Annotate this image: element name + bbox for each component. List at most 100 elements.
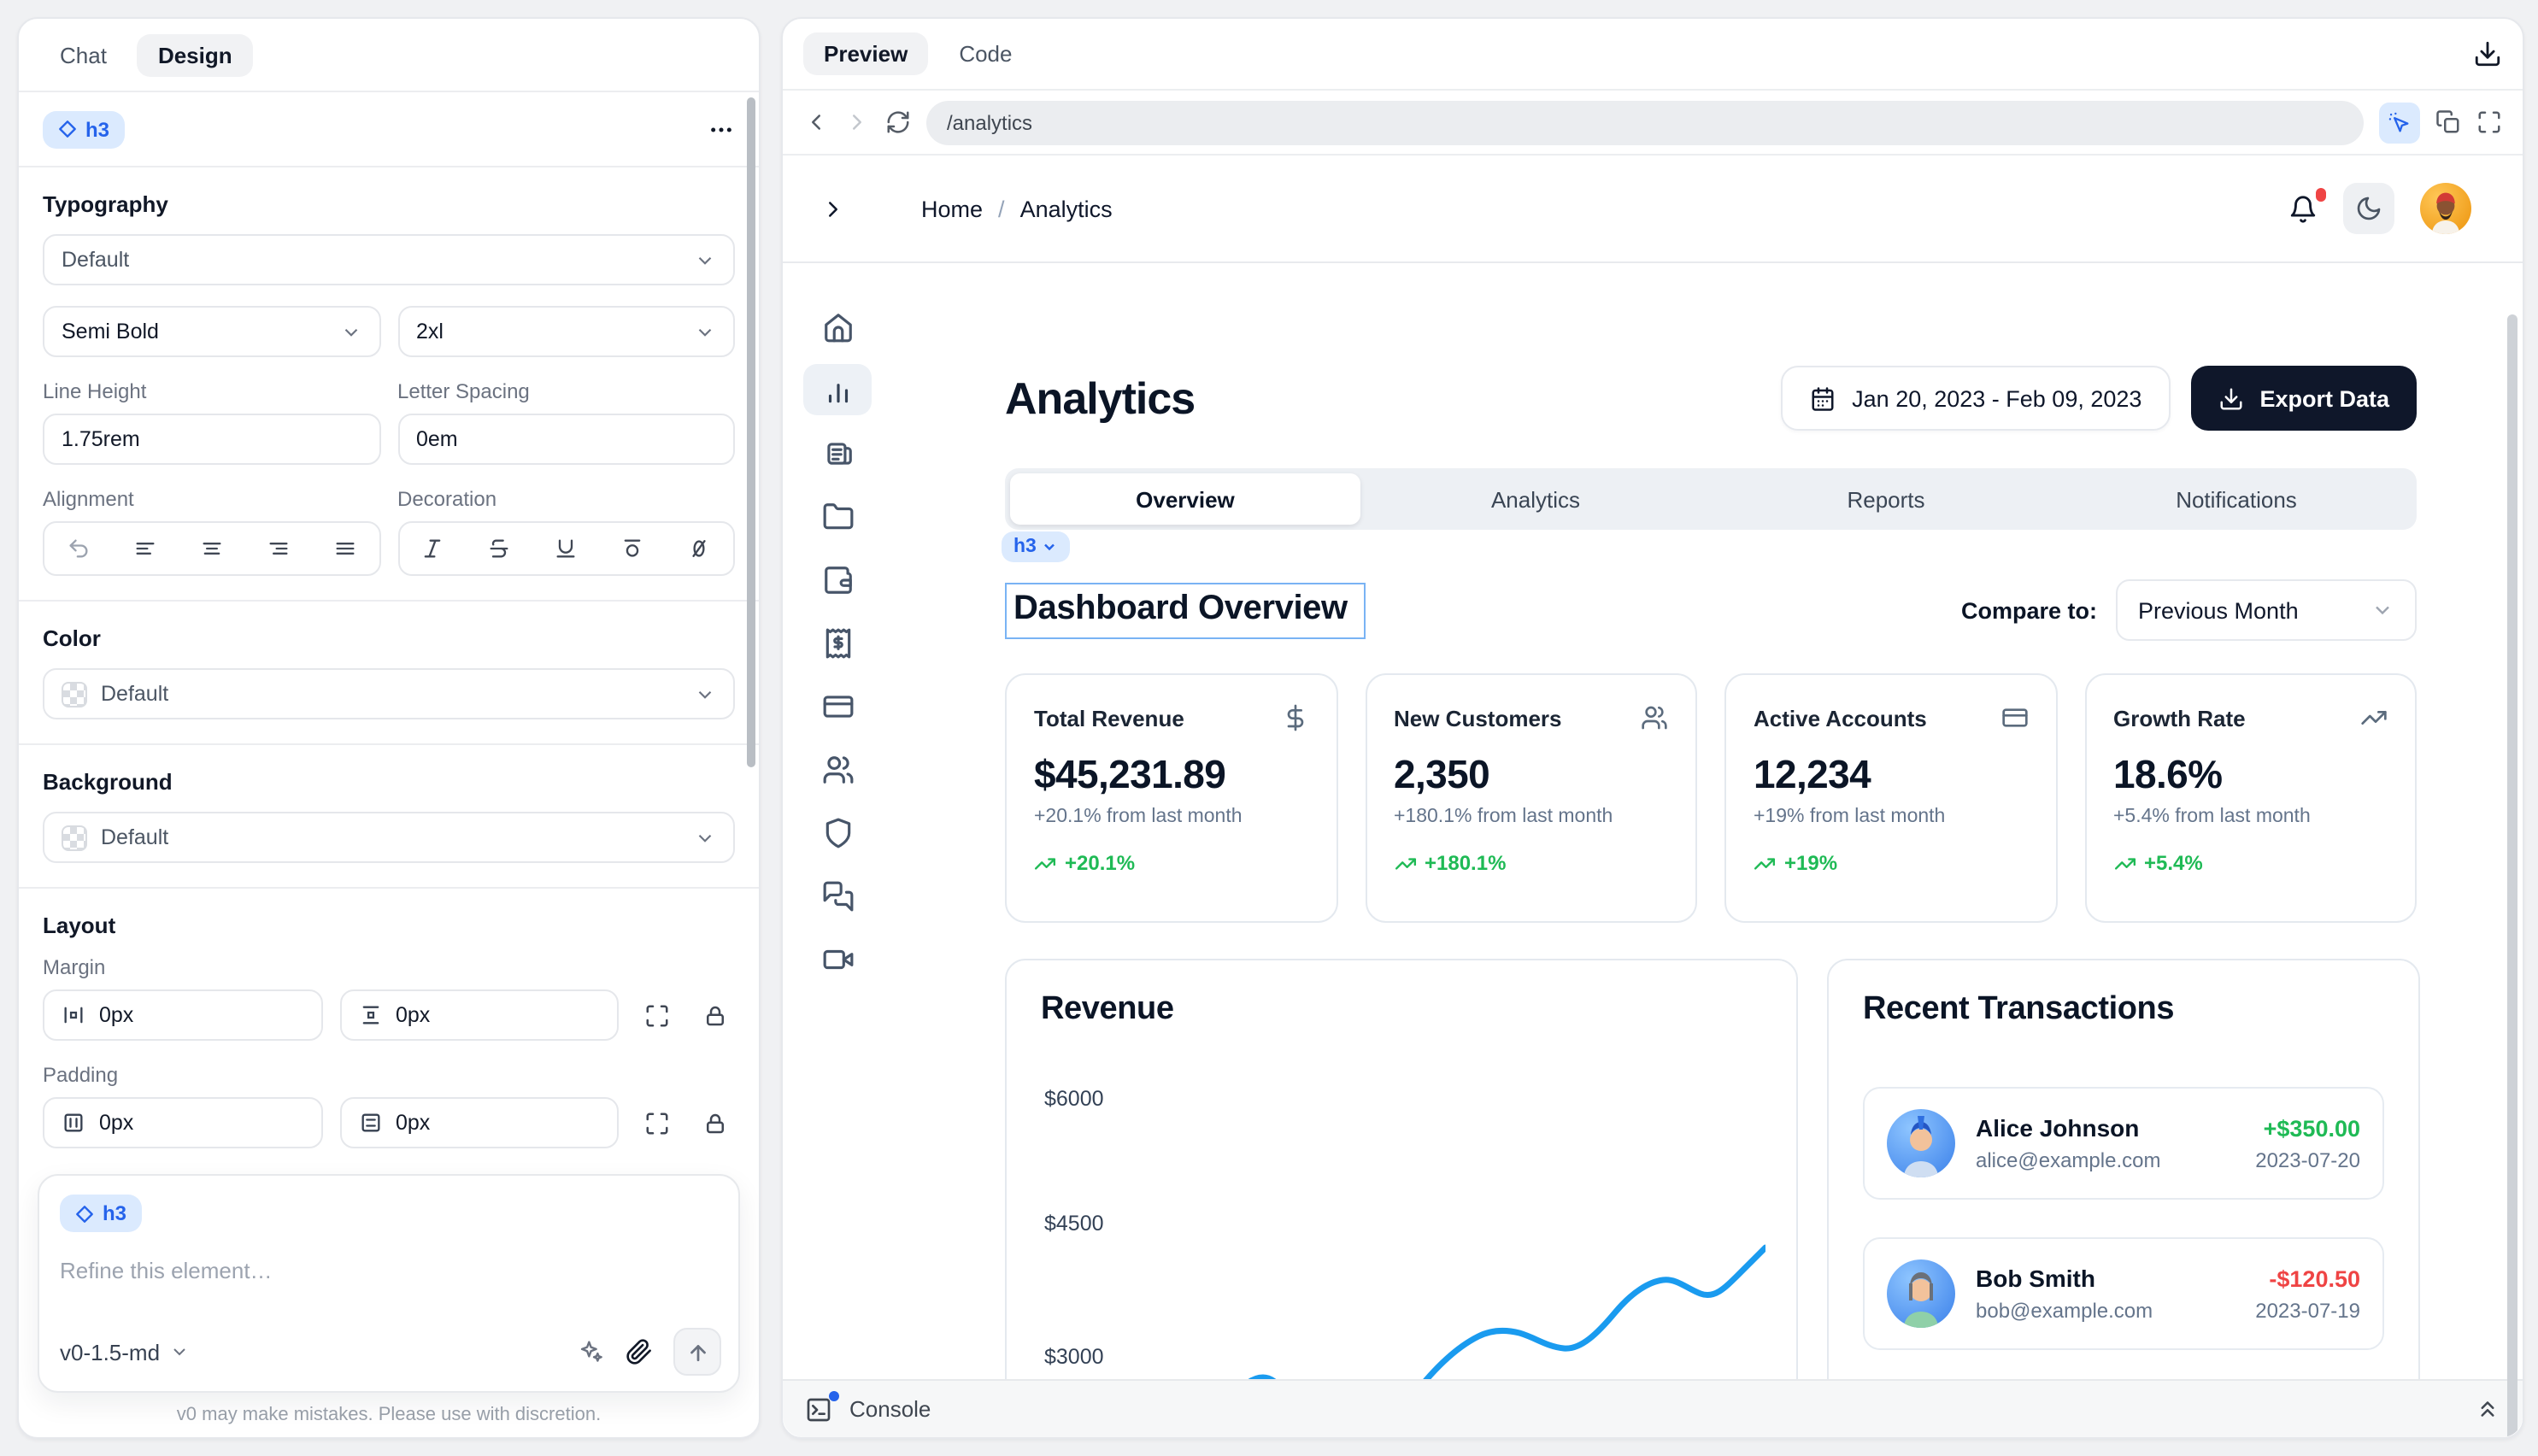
design-panel-scrollbar[interactable] [747,97,755,767]
alignment-label: Alignment [43,487,380,511]
forward-icon[interactable] [844,109,870,135]
notifications-bell-icon[interactable] [2288,194,2318,223]
paperclip-icon[interactable] [626,1338,653,1365]
tab-chat[interactable]: Chat [39,33,127,76]
stat-title: Total Revenue [1034,705,1184,731]
user-avatar[interactable] [2420,183,2471,234]
fullscreen-icon[interactable] [2476,109,2502,135]
download-icon[interactable] [2473,39,2502,68]
italic-icon[interactable] [399,523,466,574]
margin-y-input[interactable]: 0px [339,989,619,1041]
diamond-icon [58,120,77,138]
align-justify-icon[interactable] [312,523,379,574]
selected-heading[interactable]: Dashboard Overview [1005,582,1366,638]
download-icon [2218,385,2244,411]
tab-overview[interactable]: Overview [1010,473,1360,525]
credit-card-icon[interactable] [803,680,872,731]
padding-y-input[interactable]: 0px [339,1097,619,1148]
tab-design[interactable]: Design [138,33,253,76]
chevrons-up-icon[interactable] [2475,1396,2500,1422]
invoice-icon[interactable] [803,427,872,478]
font-weight-select[interactable]: Semi Bold [43,306,380,357]
tab-analytics[interactable]: Analytics [1360,473,1711,525]
sidebar-toggle-icon[interactable] [820,196,846,221]
url-bar[interactable]: /analytics [926,100,2364,144]
receipt-icon[interactable] [803,617,872,668]
padding-vertical-icon [358,1111,382,1135]
wallet-icon[interactable] [803,554,872,605]
breadcrumb-separator: / [998,196,1005,221]
color-select[interactable]: Default [43,668,735,719]
shield-icon[interactable] [803,807,872,858]
align-left-icon[interactable] [111,523,178,574]
copy-icon[interactable] [2435,109,2461,135]
chevron-down-icon [2371,598,2394,622]
undo-icon[interactable] [44,523,111,574]
tab-code[interactable]: Code [938,32,1032,75]
preview-scrollbar[interactable] [2507,314,2517,1437]
selected-element-badge[interactable]: h3 [43,110,125,148]
stat-card-new-customers: New Customers 2,350 +180.1% from last mo… [1365,673,1697,923]
select-cursor-icon[interactable] [2379,102,2420,143]
align-center-icon[interactable] [178,523,244,574]
padding-x-input[interactable]: 0px [43,1097,322,1148]
compare-value: Previous Month [2138,597,2299,623]
users-icon[interactable] [803,743,872,795]
transaction-date: 2023-07-20 [2255,1148,2360,1171]
preview-header: Preview Code [783,19,2523,89]
date-range-picker[interactable]: Jan 20, 2023 - Feb 09, 2023 [1780,366,2171,431]
console-bar[interactable]: Console [783,1379,2523,1437]
model-select[interactable]: v0-1.5-md [60,1339,189,1365]
line-height-input[interactable]: 1.75rem [43,414,380,465]
send-button[interactable] [673,1328,721,1376]
breadcrumb-home[interactable]: Home [921,196,983,221]
transaction-row[interactable]: Bob Smith bob@example.com -$120.50 2023-… [1863,1237,2384,1350]
chevron-down-icon [339,320,361,343]
tab-notifications[interactable]: Notifications [2061,473,2412,525]
overline-icon[interactable] [600,523,667,574]
background-select[interactable]: Default [43,812,735,863]
selected-element-row: h3 [19,92,759,166]
margin-expand-icon[interactable] [636,1002,677,1028]
tab-preview[interactable]: Preview [803,32,928,75]
composer-input[interactable]: Refine this element… [60,1258,718,1283]
bar-chart-icon[interactable] [803,364,872,415]
moon-icon [2355,195,2382,222]
padding-expand-icon[interactable] [636,1110,677,1136]
alignment-group [43,521,380,576]
design-panel: Chat Design h3 Typography Default [17,17,761,1439]
letter-spacing-input[interactable]: 0em [397,414,735,465]
font-size-select[interactable]: 2xl [397,306,735,357]
app-header: Home / Analytics [783,156,2523,261]
dark-mode-toggle[interactable] [2343,183,2394,234]
sparkles-icon[interactable] [578,1338,605,1365]
tab-reports[interactable]: Reports [1711,473,2061,525]
margin-x-input[interactable]: 0px [43,989,322,1041]
console-label: Console [849,1396,931,1422]
font-select[interactable]: Default [43,234,735,285]
transaction-row[interactable]: Alice Johnson alice@example.com +$350.00… [1863,1087,2384,1200]
export-data-button[interactable]: Export Data [2191,366,2417,431]
font-select-value: Default [62,248,129,272]
margin-lock-icon[interactable] [694,1002,735,1028]
underline-icon[interactable] [532,523,599,574]
home-icon[interactable] [803,301,872,352]
padding-horizontal-icon [62,1111,85,1135]
folder-icon[interactable] [803,490,872,542]
trending-up-icon [1394,852,1416,874]
messages-icon[interactable] [803,870,872,921]
selection-tag[interactable]: h3 [1002,531,1071,562]
ellipsis-icon[interactable] [708,115,735,143]
padding-lock-icon[interactable] [694,1110,735,1136]
chevron-down-icon [694,683,716,705]
back-icon[interactable] [803,109,829,135]
stat-value: $45,231.89 [1034,752,1308,798]
compare-select[interactable]: Previous Month [2116,579,2417,641]
revenue-chart-card: Revenue $6000 $4500 $3000 [1005,959,1798,1437]
no-decoration-icon[interactable] [667,523,733,574]
video-icon[interactable] [803,933,872,984]
align-right-icon[interactable] [245,523,312,574]
refresh-icon[interactable] [885,109,911,135]
strikethrough-icon[interactable] [466,523,532,574]
composer-element-chip[interactable]: h3 [60,1195,142,1232]
